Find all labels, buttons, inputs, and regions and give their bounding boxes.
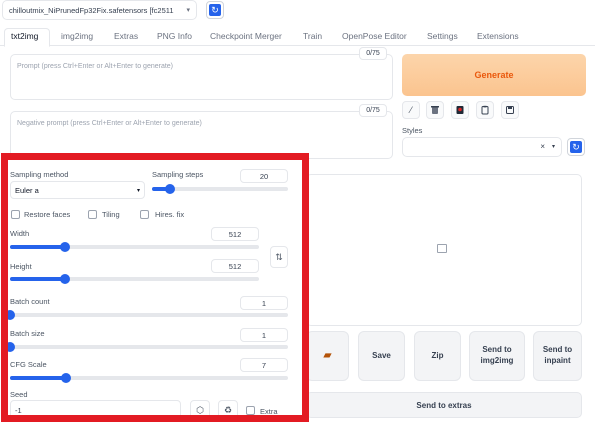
- styles-label: Styles: [402, 126, 423, 135]
- chevron-down-icon: ▾: [186, 7, 190, 14]
- tab-img2img[interactable]: img2img: [61, 31, 93, 41]
- tab-settings[interactable]: Settings: [427, 31, 458, 41]
- output-gallery: [306, 174, 582, 326]
- refresh-icon: ↻: [570, 141, 582, 153]
- tab-checkpoint-merger[interactable]: Checkpoint Merger: [210, 31, 282, 41]
- slider-handle[interactable]: [164, 184, 175, 194]
- cfg-scale-slider[interactable]: [10, 373, 288, 383]
- width-slider[interactable]: [10, 242, 259, 252]
- checkpoint-dropdown[interactable]: chilloutmix_NiPrunedFp32Fix.safetensors …: [2, 0, 197, 20]
- sampling-steps-slider[interactable]: [152, 184, 288, 194]
- slider-handle[interactable]: [59, 242, 70, 252]
- restore-faces-label: Restore faces: [24, 210, 71, 219]
- slider-handle[interactable]: [5, 342, 15, 352]
- width-input[interactable]: 512: [211, 227, 259, 241]
- refresh-styles-button[interactable]: ↻: [567, 138, 585, 156]
- chevron-down-icon: ▾: [136, 187, 140, 194]
- tab-train[interactable]: Train: [303, 31, 322, 41]
- batch-size-label: Batch size: [10, 329, 45, 338]
- height-label: Height: [10, 262, 32, 271]
- styles-dropdown[interactable]: × ▾: [402, 137, 562, 157]
- prompt-input[interactable]: Prompt (press Ctrl+Enter or Alt+Enter to…: [10, 54, 393, 100]
- chevron-down-icon: ▾: [551, 144, 555, 150]
- swap-icon: ⇅: [275, 251, 283, 262]
- tab-png-info[interactable]: PNG Info: [157, 31, 192, 41]
- negative-prompt-placeholder: Negative prompt (press Ctrl+Enter or Alt…: [17, 120, 202, 127]
- extra-seed-label: Extra: [260, 407, 278, 416]
- open-folder-button[interactable]: ▰: [306, 331, 349, 381]
- extra-seed-checkbox[interactable]: [246, 406, 255, 415]
- seed-input[interactable]: -1: [10, 400, 181, 420]
- negative-prompt-token-counter: 0/75: [359, 104, 387, 117]
- checkpoint-value: chilloutmix_NiPrunedFp32Fix.safetensors …: [9, 5, 174, 15]
- batch-count-label: Batch count: [10, 297, 50, 306]
- sampling-method-label: Sampling method: [10, 170, 69, 179]
- hires-fix-checkbox[interactable]: [140, 210, 149, 219]
- dice-icon: ⬡: [196, 404, 204, 415]
- batch-size-slider[interactable]: [5, 342, 288, 352]
- slider-handle[interactable]: [5, 310, 15, 320]
- refresh-checkpoint-button[interactable]: ↻: [206, 1, 224, 19]
- tab-txt2img[interactable]: txt2img: [11, 31, 38, 41]
- seed-label: Seed: [10, 390, 28, 399]
- pencil-icon[interactable]: ⁄: [402, 101, 420, 119]
- tab-openpose-editor[interactable]: OpenPose Editor: [342, 31, 407, 41]
- refresh-icon: ↻: [209, 4, 221, 16]
- random-seed-button[interactable]: ⬡: [190, 400, 210, 420]
- negative-prompt-input[interactable]: Negative prompt (press Ctrl+Enter or Alt…: [10, 111, 393, 159]
- tiling-label: Tiling: [102, 210, 120, 219]
- sampling-steps-input[interactable]: 20: [240, 169, 288, 183]
- sampling-steps-label: Sampling steps: [152, 170, 204, 179]
- batch-count-slider[interactable]: [5, 310, 288, 320]
- zip-button[interactable]: Zip: [414, 331, 461, 381]
- send-to-inpaint-label: Send to inpaint: [542, 345, 573, 365]
- save-button[interactable]: Save: [358, 331, 405, 381]
- main-tabs: txt2img img2img Extras PNG Info Checkpoi…: [0, 28, 595, 47]
- slider-handle[interactable]: [60, 373, 71, 383]
- reuse-seed-button[interactable]: ♻: [218, 400, 238, 420]
- cfg-scale-label: CFG Scale: [10, 360, 47, 369]
- cfg-scale-input[interactable]: 7: [240, 358, 288, 372]
- restore-faces-checkbox[interactable]: [11, 210, 20, 219]
- generate-button[interactable]: Generate: [402, 54, 586, 96]
- slider-handle[interactable]: [59, 274, 70, 284]
- save-icon[interactable]: [501, 101, 519, 119]
- clear-icon[interactable]: ×: [540, 142, 545, 151]
- tab-extras[interactable]: Extras: [114, 31, 138, 41]
- clipboard-icon[interactable]: [476, 101, 494, 119]
- batch-count-input[interactable]: 1: [240, 296, 288, 310]
- height-slider[interactable]: [10, 274, 259, 284]
- tab-extensions[interactable]: Extensions: [477, 31, 519, 41]
- swap-dimensions-button[interactable]: ⇅: [270, 246, 288, 268]
- recycle-icon: ♻: [223, 404, 233, 415]
- send-to-img2img-label: Send to img2img: [480, 345, 514, 365]
- height-input[interactable]: 512: [211, 259, 259, 273]
- send-to-extras-button[interactable]: Send to extras: [306, 392, 582, 418]
- sampling-method-select[interactable]: Euler a ▾: [10, 181, 145, 199]
- send-to-inpaint-button[interactable]: Send to inpaint: [533, 331, 582, 381]
- trash-icon[interactable]: [426, 101, 444, 119]
- prompt-placeholder: Prompt (press Ctrl+Enter or Alt+Enter to…: [17, 63, 174, 70]
- hires-fix-label: Hires. fix: [155, 210, 185, 219]
- image-placeholder-icon: [437, 244, 447, 253]
- width-label: Width: [10, 229, 30, 238]
- sampling-method-value: Euler a: [15, 185, 39, 195]
- folder-icon: ▰: [323, 350, 332, 362]
- batch-size-input[interactable]: 1: [240, 328, 288, 342]
- prompt-token-counter: 0/75: [359, 47, 387, 60]
- tiling-checkbox[interactable]: [88, 210, 97, 219]
- red-card-icon[interactable]: [451, 101, 469, 119]
- send-to-img2img-button[interactable]: Send to img2img: [469, 331, 525, 381]
